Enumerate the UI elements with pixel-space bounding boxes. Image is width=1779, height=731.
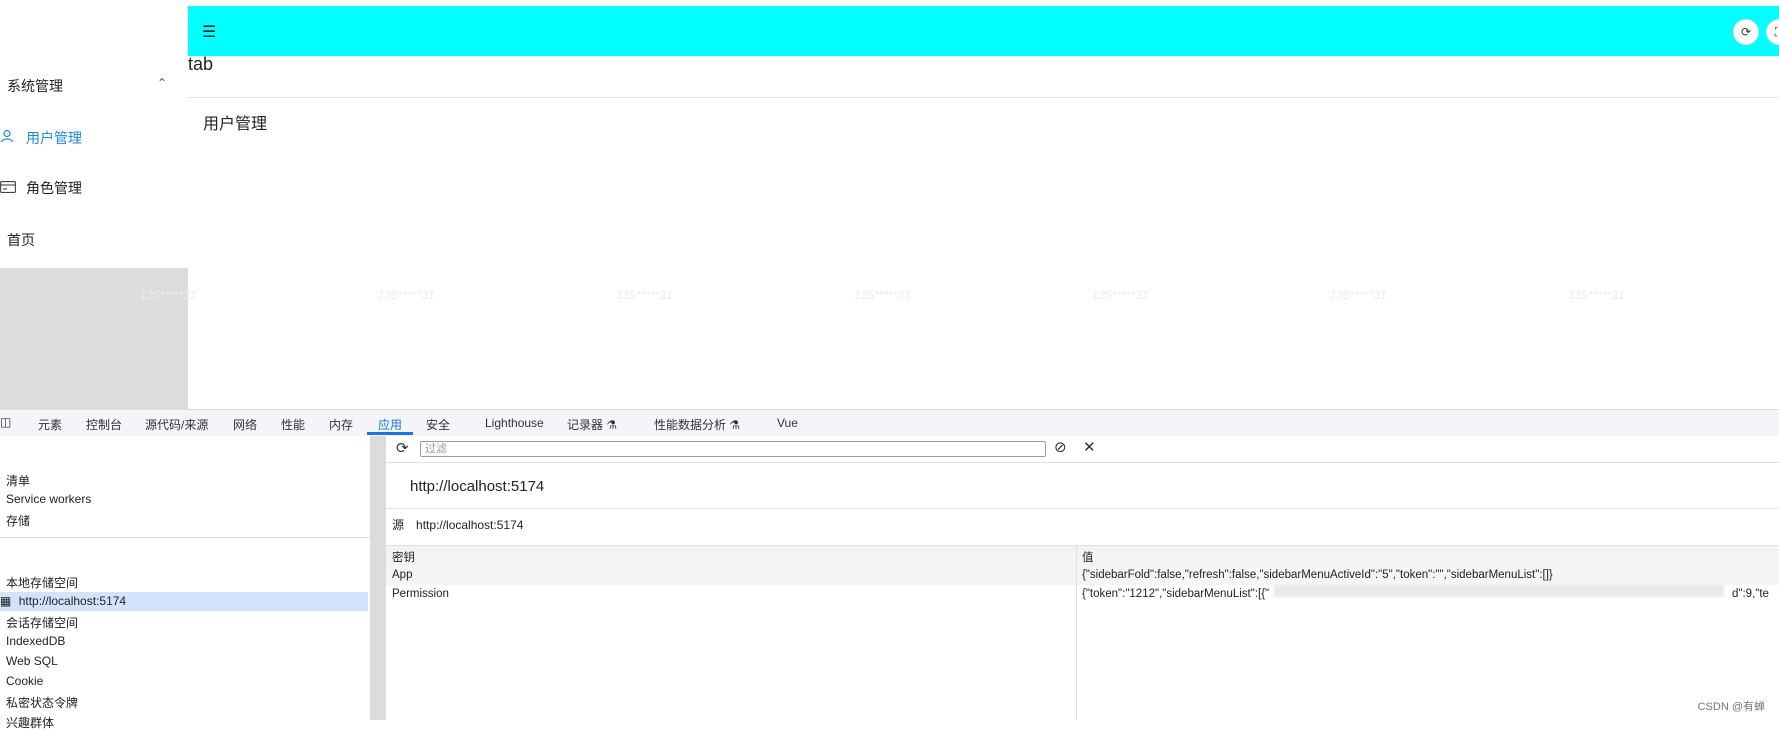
sidebar-group-label: 系统管理: [7, 78, 63, 94]
clear-all-icon[interactable]: ⊘: [1054, 438, 1067, 456]
hamburger-menu-icon[interactable]: ☰: [202, 22, 216, 42]
tab-label[interactable]: tab: [188, 54, 213, 75]
card-icon: [0, 180, 18, 196]
sidebar-item-websql[interactable]: Web SQL: [6, 654, 58, 668]
filter-toolbar: ⟳ ⊘ ✕: [386, 436, 1779, 463]
scrollbar[interactable]: [370, 436, 387, 720]
sidebar-item-cookie[interactable]: Cookie: [6, 674, 43, 688]
sidebar-item-interest-groups[interactable]: 兴趣群体: [6, 714, 54, 731]
inspect-icon[interactable]: ◫: [0, 415, 11, 429]
column-header-value[interactable]: 值: [1082, 549, 1094, 565]
sidebar-item-roles[interactable]: 角色管理: [0, 178, 82, 198]
watermark: 135*****31: [140, 288, 197, 302]
footer-credit: CSDN @有蝉: [1697, 701, 1765, 713]
tab-performance[interactable]: 性能: [281, 416, 305, 433]
tab-recorder[interactable]: 记录器 ⚗: [567, 416, 617, 433]
origin-title: http://localhost:5174: [410, 478, 545, 495]
row-value-tail: d":9,"te: [1732, 588, 1769, 600]
watermark: 135*****31: [1092, 288, 1149, 302]
devtools-tabbar: ◫ 元素 控制台 源代码/来源 网络 性能 内存 应用 安全 Lighthous…: [0, 409, 1779, 437]
filter-input[interactable]: [420, 441, 1046, 457]
tab-console[interactable]: 控制台: [86, 416, 122, 433]
tab-performance-insights[interactable]: 性能数据分析 ⚗: [654, 416, 740, 433]
tab-lighthouse[interactable]: Lighthouse: [485, 416, 544, 430]
tab-memory[interactable]: 内存: [329, 416, 353, 433]
sidebar-item-localhost[interactable]: ▦ http://localhost:5174: [0, 594, 126, 608]
column-header-key[interactable]: 密钥: [392, 549, 415, 565]
tab-network[interactable]: 网络: [233, 416, 257, 433]
close-icon[interactable]: ✕: [1083, 438, 1096, 456]
storage-view: ⟳ ⊘ ✕ http://localhost:5174 源 http://loca…: [386, 436, 1779, 720]
user-icon: [0, 129, 18, 146]
divider: [386, 508, 1779, 509]
sidebar-item-service-workers[interactable]: Service workers: [6, 492, 91, 506]
chevron-up-icon: ⌃: [156, 76, 167, 90]
fullscreen-icon[interactable]: ⛶: [1766, 19, 1779, 45]
sidebar: 系统管理 ⌃ 用户管理 角色管理 首页: [0, 58, 188, 268]
origin-value: http://localhost:5174: [416, 518, 524, 532]
sidebar-item-session-storage[interactable]: 会话存储空间: [6, 614, 78, 631]
divider: [188, 97, 1779, 98]
sidebar-item-local-storage[interactable]: 本地存储空间: [6, 574, 78, 591]
column-divider[interactable]: [1076, 545, 1077, 720]
row-key: Permission: [392, 588, 449, 600]
sidebar-item-users[interactable]: 用户管理: [0, 128, 82, 148]
watermark: 135*****31: [854, 288, 911, 302]
tab-application[interactable]: 应用: [378, 416, 402, 433]
row-value: {"sidebarFold":false,"refresh":false,"si…: [1082, 569, 1553, 581]
origin-row: 源 http://localhost:5174: [392, 516, 523, 533]
watermark: 135*****31: [1330, 288, 1387, 302]
sidebar-item-indexeddb[interactable]: IndexedDB: [6, 634, 65, 648]
sidebar-item-home[interactable]: 首页: [7, 230, 35, 250]
watermark: 135*****31: [378, 288, 435, 302]
tab-sources[interactable]: 源代码/来源: [145, 416, 208, 433]
logo-area: [0, 0, 188, 59]
sidebar-item-label: 首页: [7, 232, 35, 248]
sidebar-item-label: 角色管理: [26, 180, 82, 196]
sidebar-item-storage[interactable]: 存储: [6, 512, 30, 529]
tab-elements[interactable]: 元素: [38, 416, 62, 433]
watermark: 135*****31: [616, 288, 673, 302]
tab-security[interactable]: 安全: [426, 416, 450, 433]
top-header: ☰ ⟳ ⛶: [188, 6, 1779, 56]
table-header: 密钥 值: [386, 545, 1779, 567]
refresh-icon[interactable]: ⟳: [396, 439, 409, 457]
refresh-icon[interactable]: ⟳: [1733, 19, 1759, 45]
origin-label: 源: [392, 518, 405, 532]
application-sidebar: 清单 Service workers 存储 本地存储空间 ▦ http://lo…: [0, 436, 371, 730]
tab-vue[interactable]: Vue: [777, 416, 798, 430]
table-icon: ▦: [0, 594, 12, 608]
sidebar-group-system[interactable]: 系统管理 ⌃: [7, 76, 167, 96]
watermark: 135*****31: [1568, 288, 1625, 302]
row-value: {"token":"1212","sidebarMenuList":[{": [1082, 588, 1270, 600]
page-title: 用户管理: [203, 116, 268, 133]
divider: [0, 537, 370, 538]
active-tab-indicator: [367, 432, 413, 435]
sidebar-item-label: http://localhost:5174: [18, 594, 127, 608]
row-key: App: [392, 569, 413, 581]
sidebar-item-manifest[interactable]: 清单: [6, 472, 30, 489]
sidebar-item-label: 用户管理: [26, 130, 82, 146]
sidebar-item-private-state-tokens[interactable]: 私密状态令牌: [6, 694, 78, 711]
redacted-region: [1274, 585, 1724, 597]
table-row[interactable]: App {"sidebarFold":false,"refresh":false…: [386, 566, 1779, 585]
